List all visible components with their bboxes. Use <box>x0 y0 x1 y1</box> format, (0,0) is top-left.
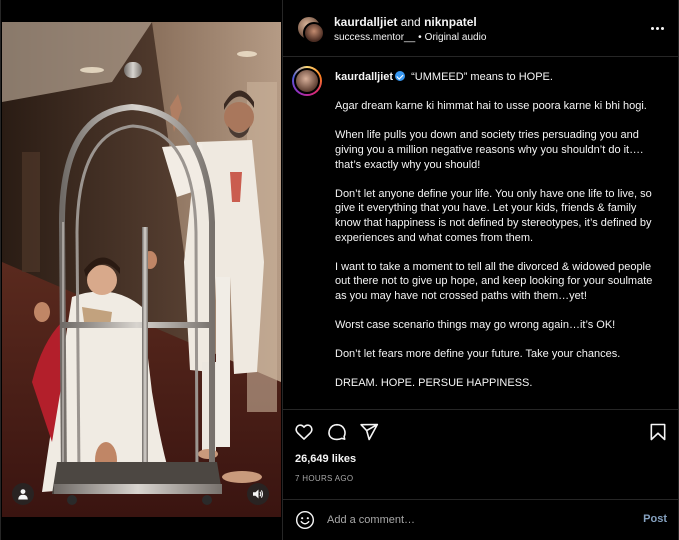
separator: • <box>418 32 422 43</box>
share-icon <box>360 423 379 441</box>
avatar-image <box>294 68 320 94</box>
share-button[interactable] <box>358 421 380 443</box>
caption-paragraph: DREAM. HOPE. PERSUE HAPPINESS. <box>335 377 533 390</box>
audio-attribution: success.mentor__ • Original audio <box>334 32 486 43</box>
comment-input[interactable] <box>327 510 627 530</box>
verified-icon <box>395 71 406 81</box>
caption-paragraph: I want to take a moment to tell all the … <box>335 260 653 302</box>
caption-paragraph: Don’t let fears more define your future.… <box>335 348 621 361</box>
collab-usernames: kaurdalljiet and niknpatel <box>334 15 477 29</box>
more-options-button[interactable] <box>649 22 665 34</box>
action-bar <box>283 410 679 450</box>
username-link[interactable]: niknpatel <box>424 15 477 29</box>
audio-link[interactable]: Original audio <box>425 32 487 43</box>
speaker-icon <box>253 489 264 499</box>
like-button[interactable] <box>293 421 315 443</box>
audio-toggle-button[interactable] <box>247 483 269 505</box>
heart-icon <box>295 424 313 440</box>
caption-paragraph: “UMMEED” means to HOPE. <box>411 71 553 83</box>
caption-paragraph: Worst case scenario things may go wrong … <box>335 319 616 332</box>
tag-people-button[interactable] <box>12 483 34 505</box>
emoji-icon <box>295 510 315 530</box>
bookmark-icon <box>650 423 666 441</box>
save-button[interactable] <box>647 421 669 443</box>
like-count[interactable]: 26,649 likes <box>295 453 356 465</box>
more-icon <box>650 26 654 30</box>
more-icon <box>660 26 664 30</box>
comment-icon <box>328 423 346 441</box>
caption-paragraph: When life pulls you down and society tri… <box>335 129 644 171</box>
caption-section: kaurdalljiet “UMMEED” means to HOPE. Aga… <box>283 57 679 410</box>
collab-avatars[interactable] <box>296 15 325 44</box>
post-modal: kaurdalljiet and niknpatel success.mento… <box>0 0 679 540</box>
video-frame <box>2 22 281 517</box>
more-icon <box>655 26 659 30</box>
tag-people-icon <box>18 489 28 500</box>
caption-username-link[interactable]: kaurdalljiet <box>335 71 393 83</box>
caption-line: kaurdalljiet “UMMEED” means to HOPE. <box>335 70 665 85</box>
post-comment-button[interactable]: Post <box>643 513 667 525</box>
post-header: kaurdalljiet and niknpatel success.mento… <box>283 0 679 57</box>
caption-paragraph: Don’t let anyone define your life. You o… <box>335 187 652 244</box>
caption-paragraph: Agar dream karne ki himmat hai to usse p… <box>335 100 647 113</box>
avatar[interactable] <box>303 22 325 44</box>
post-timestamp[interactable]: 7 HOURS AGO <box>295 474 353 483</box>
post-details-panel: kaurdalljiet and niknpatel success.mento… <box>282 0 679 540</box>
avatar[interactable] <box>292 66 322 96</box>
comment-button[interactable] <box>326 421 348 443</box>
username-link[interactable]: kaurdalljiet <box>334 15 397 29</box>
post-video[interactable] <box>2 22 281 517</box>
audio-user-link[interactable]: success.mentor__ <box>334 32 415 43</box>
caption-text: kaurdalljiet “UMMEED” means to HOPE. Aga… <box>335 70 665 406</box>
comment-bar: Post <box>283 499 679 540</box>
collab-joiner: and <box>400 15 421 29</box>
emoji-button[interactable] <box>295 510 315 530</box>
